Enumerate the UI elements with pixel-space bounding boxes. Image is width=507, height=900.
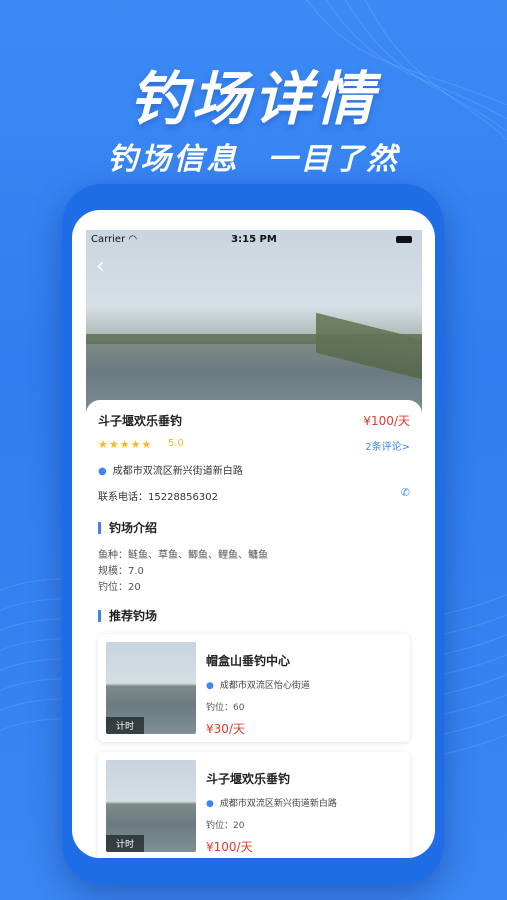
recommend-price: ¥100/天	[206, 840, 253, 854]
recommend-seats: 钓位：20	[206, 821, 245, 831]
recommend-card[interactable]: 计时 帽盒山垂钓中心 ● 成都市双流区怡心街道 钓位：60 ¥30/天	[98, 634, 410, 742]
spot-rating: 5.0	[168, 438, 184, 449]
promo-subline: 钓场信息 一目了然	[0, 134, 507, 178]
comments-link[interactable]: 2条评论>	[365, 438, 410, 453]
phone-screen: Carrier ◠ 3:15 PM ‹ 斗子堰欢乐垂钓 ¥100/天 ★★★★★…	[72, 210, 435, 858]
intro-title: 钓场介绍	[98, 522, 157, 534]
recommend-name: 斗子堰欢乐垂钓	[206, 772, 291, 786]
battery-icon	[396, 236, 412, 243]
intro-fish: 鱼种：鲢鱼、草鱼、鲫鱼、鲤鱼、鳙鱼	[98, 550, 268, 561]
recommend-title: 推荐钓场	[98, 610, 157, 622]
intro-scale: 规模：7.0	[98, 566, 144, 577]
recommend-name: 帽盒山垂钓中心	[206, 654, 291, 668]
location-pin-icon: ●	[206, 799, 214, 809]
status-time: 3:15 PM	[231, 234, 277, 245]
hero-photo: Carrier ◠ 3:15 PM ‹	[86, 230, 422, 420]
contact-phone: 联系电话：15228856302	[98, 492, 218, 503]
promo-subline-left: 钓场信息	[107, 142, 240, 177]
recommend-address: ● 成都市双流区新兴街道新白路	[206, 799, 337, 809]
spot-price: ¥100/天	[363, 414, 410, 428]
spot-address: ● 成都市双流区新兴街道新白路	[98, 466, 243, 477]
timing-tag: 计时	[106, 717, 145, 734]
recommend-thumbnail: 计时	[106, 760, 196, 852]
status-bar: Carrier ◠ 3:15 PM	[86, 230, 422, 250]
star-icon: ★★★★★	[98, 438, 153, 451]
recommend-card[interactable]: 计时 斗子堰欢乐垂钓 ● 成都市双流区新兴街道新白路 钓位：20 ¥100/天	[98, 752, 410, 858]
intro-seats: 钓位：20	[98, 582, 141, 593]
timing-tag: 计时	[106, 835, 145, 852]
spot-name: 斗子堰欢乐垂钓	[98, 414, 183, 428]
location-pin-icon: ●	[98, 466, 107, 477]
recommend-price: ¥30/天	[206, 722, 245, 736]
detail-card: 斗子堰欢乐垂钓 ¥100/天 ★★★★★ 5.0 2条评论> ● 成都市双流区新兴…	[86, 400, 422, 858]
recommend-seats: 钓位：60	[206, 703, 245, 713]
promo-subline-right: 一目了然	[267, 142, 400, 177]
recommend-address: ● 成都市双流区怡心街道	[206, 681, 310, 691]
recommend-thumbnail: 计时	[106, 642, 196, 734]
location-pin-icon: ●	[206, 681, 214, 691]
back-chevron-icon[interactable]: ‹	[96, 254, 105, 279]
phone-icon[interactable]: ✆	[401, 486, 410, 499]
promo-headline: 钓场详情	[129, 65, 378, 133]
